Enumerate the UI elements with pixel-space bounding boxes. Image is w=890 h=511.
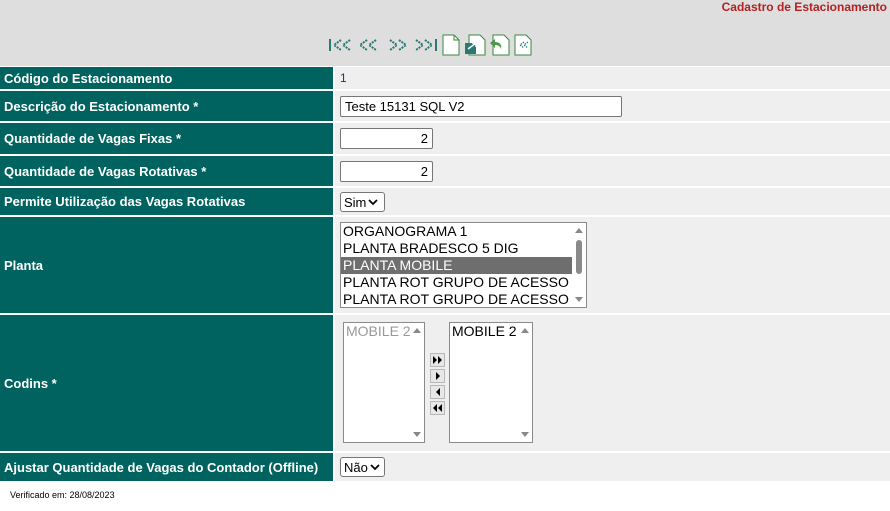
arrow-left-icon [435, 388, 440, 396]
last-record-icon[interactable] [412, 35, 438, 55]
move-all-right-button[interactable] [430, 353, 445, 367]
row-codins: Codins * MOBILE 2 MOBILE 2 [0, 315, 890, 451]
row-vagas-rotativas: Quantidade de Vagas Rotativas * [0, 156, 890, 186]
move-all-left-button[interactable] [430, 401, 445, 415]
vagas-rotativas-label: Quantidade de Vagas Rotativas * [0, 156, 333, 186]
arrow-right-icon [435, 372, 440, 380]
next-record-icon[interactable] [384, 35, 410, 55]
codigo-label: Código do Estacionamento [0, 67, 333, 89]
planta-option-selected[interactable]: PLANTA MOBILE [341, 257, 573, 274]
codins-available-listbox[interactable]: MOBILE 2 [343, 322, 425, 443]
codins-selected-listbox[interactable]: MOBILE 2 [449, 322, 533, 443]
vagas-fixas-input[interactable] [340, 128, 433, 149]
permite-rotativas-value: Sim [344, 194, 367, 210]
row-permite-rotativas: Permite Utilização das Vagas Rotativas S… [0, 188, 890, 215]
scroll-down-icon[interactable] [413, 432, 421, 437]
page-header: Cadastro de Estacionamento [0, 0, 890, 66]
planta-option[interactable]: ORGANOGRAMA 1 [341, 223, 573, 240]
scroll-up-icon[interactable] [521, 328, 529, 333]
chevron-down-icon [370, 464, 380, 471]
ajustar-value: Não [344, 459, 368, 475]
page-title: Cadastro de Estacionamento [721, 0, 887, 14]
scroll-up-icon[interactable] [413, 328, 421, 333]
planta-listbox[interactable]: ORGANOGRAMA 1 PLANTA BRADESCO 5 DIG PLAN… [340, 222, 587, 308]
planta-option[interactable]: PLANTA ROT GRUPO DE ACESSO 1 [341, 274, 581, 291]
vagas-rotativas-input[interactable] [340, 161, 433, 182]
ajustar-select[interactable]: Não [340, 457, 385, 477]
row-planta: Planta ORGANOGRAMA 1 PLANTA BRADESCO 5 D… [0, 217, 890, 313]
search-document-icon[interactable] [512, 33, 534, 57]
save-document-icon[interactable] [464, 33, 486, 57]
codins-label: Codins * [0, 315, 333, 451]
double-arrow-left-icon [433, 404, 442, 412]
row-vagas-fixas: Quantidade de Vagas Fixas * [0, 123, 890, 154]
undo-document-icon[interactable] [488, 33, 510, 57]
move-left-button[interactable] [430, 385, 445, 399]
planta-label: Planta [0, 217, 333, 313]
permite-rotativas-label: Permite Utilização das Vagas Rotativas [0, 188, 333, 215]
planta-option[interactable]: PLANTA ROT GRUPO DE ACESSO 2 [341, 291, 581, 307]
planta-option[interactable]: PLANTA BRADESCO 5 DIG [341, 240, 573, 257]
scroll-thumb[interactable] [576, 240, 582, 274]
scroll-down-icon[interactable] [521, 432, 529, 437]
row-codigo: Código do Estacionamento 1 [0, 67, 890, 89]
record-toolbar [328, 33, 534, 57]
descricao-input[interactable] [340, 96, 622, 117]
scroll-up-icon[interactable] [575, 228, 583, 233]
verification-footer: Verificado em: 28/08/2023 [10, 490, 115, 500]
vagas-fixas-label: Quantidade de Vagas Fixas * [0, 123, 333, 154]
scroll-down-icon[interactable] [575, 297, 583, 302]
permite-rotativas-select[interactable]: Sim [340, 192, 385, 212]
planta-scrollbar[interactable] [572, 223, 586, 307]
move-right-button[interactable] [430, 369, 445, 383]
first-record-icon[interactable] [328, 35, 354, 55]
codigo-value: 1 [340, 71, 347, 85]
new-document-icon[interactable] [440, 33, 462, 57]
row-ajustar: Ajustar Quantidade de Vagas do Contador … [0, 453, 890, 481]
row-descricao: Descrição do Estacionamento * [0, 91, 890, 121]
double-arrow-right-icon [433, 356, 442, 364]
previous-record-icon[interactable] [356, 35, 382, 55]
chevron-down-icon [368, 199, 379, 206]
descricao-label: Descrição do Estacionamento * [0, 91, 333, 121]
ajustar-label: Ajustar Quantidade de Vagas do Contador … [0, 453, 333, 481]
